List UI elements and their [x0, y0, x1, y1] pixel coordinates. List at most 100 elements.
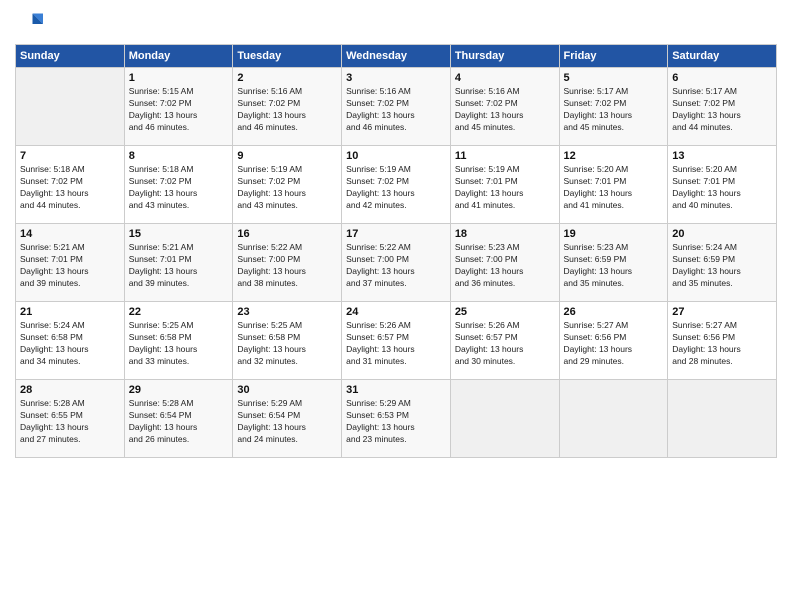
- day-cell: 28 Sunrise: 5:28 AMSunset: 6:55 PMDayligh…: [16, 380, 125, 458]
- day-info: Sunrise: 5:18 AMSunset: 7:02 PMDaylight:…: [129, 164, 229, 212]
- day-cell: 12 Sunrise: 5:20 AMSunset: 7:01 PMDayligh…: [559, 146, 668, 224]
- day-info: Sunrise: 5:26 AMSunset: 6:57 PMDaylight:…: [455, 320, 555, 368]
- calendar-table: SundayMondayTuesdayWednesdayThursdayFrid…: [15, 44, 777, 458]
- day-cell: 27Sunrise: 5:27 AMSunset: 6:56 PMDayligh…: [668, 302, 777, 380]
- day-cell: 6 Sunrise: 5:17 AMSunset: 7:02 PMDaylight…: [668, 68, 777, 146]
- day-cell: 10 Sunrise: 5:19 AMSunset: 7:02 PMDayligh…: [342, 146, 451, 224]
- logo-icon: [15, 10, 43, 38]
- day-cell: 13Sunrise: 5:20 AMSunset: 7:01 PMDayligh…: [668, 146, 777, 224]
- col-header-sunday: Sunday: [16, 45, 125, 68]
- logo: [15, 10, 47, 38]
- day-cell: [668, 380, 777, 458]
- day-number: 1: [129, 72, 229, 84]
- day-number: 24: [346, 306, 446, 318]
- day-info: Sunrise: 5:19 AMSunset: 7:02 PMDaylight:…: [237, 164, 337, 212]
- day-cell: 18 Sunrise: 5:23 AMSunset: 7:00 PMDayligh…: [450, 224, 559, 302]
- day-number: 12: [564, 150, 664, 162]
- header: [15, 10, 777, 38]
- day-cell: 16 Sunrise: 5:22 AMSunset: 7:00 PMDayligh…: [233, 224, 342, 302]
- day-info: Sunrise: 5:26 AMSunset: 6:57 PMDaylight:…: [346, 320, 446, 368]
- day-number: 14: [20, 228, 120, 240]
- day-cell: 14 Sunrise: 5:21 AMSunset: 7:01 PMDayligh…: [16, 224, 125, 302]
- day-number: 27: [672, 306, 772, 318]
- col-header-saturday: Saturday: [668, 45, 777, 68]
- day-info: Sunrise: 5:23 AMSunset: 7:00 PMDaylight:…: [455, 242, 555, 290]
- day-info: Sunrise: 5:22 AMSunset: 7:00 PMDaylight:…: [237, 242, 337, 290]
- day-number: 19: [564, 228, 664, 240]
- day-cell: [450, 380, 559, 458]
- day-cell: 20 Sunrise: 5:24 AMSunset: 6:59 PMDayligh…: [668, 224, 777, 302]
- day-info: Sunrise: 5:23 AMSunset: 6:59 PMDaylight:…: [564, 242, 664, 290]
- day-info: Sunrise: 5:21 AMSunset: 7:01 PMDaylight:…: [20, 242, 120, 290]
- day-info: Sunrise: 5:17 AMSunset: 7:02 PMDaylight:…: [564, 86, 664, 134]
- day-cell: 29 Sunrise: 5:28 AMSunset: 6:54 PMDayligh…: [124, 380, 233, 458]
- day-number: 11: [455, 150, 555, 162]
- day-number: 9: [237, 150, 337, 162]
- day-number: 20: [672, 228, 772, 240]
- col-header-friday: Friday: [559, 45, 668, 68]
- day-number: 25: [455, 306, 555, 318]
- day-cell: 21 Sunrise: 5:24 AMSunset: 6:58 PMDayligh…: [16, 302, 125, 380]
- day-number: 30: [237, 384, 337, 396]
- day-number: 15: [129, 228, 229, 240]
- day-info: Sunrise: 5:29 AMSunset: 6:53 PMDaylight:…: [346, 398, 446, 446]
- day-info: Sunrise: 5:21 AMSunset: 7:01 PMDaylight:…: [129, 242, 229, 290]
- day-cell: 3Sunrise: 5:16 AMSunset: 7:02 PMDaylight…: [342, 68, 451, 146]
- page: SundayMondayTuesdayWednesdayThursdayFrid…: [0, 0, 792, 612]
- day-info: Sunrise: 5:16 AMSunset: 7:02 PMDaylight:…: [237, 86, 337, 134]
- day-number: 7: [20, 150, 120, 162]
- day-number: 21: [20, 306, 120, 318]
- day-cell: 30Sunrise: 5:29 AMSunset: 6:54 PMDayligh…: [233, 380, 342, 458]
- day-info: Sunrise: 5:27 AMSunset: 6:56 PMDaylight:…: [564, 320, 664, 368]
- week-row-3: 14 Sunrise: 5:21 AMSunset: 7:01 PMDayligh…: [16, 224, 777, 302]
- day-cell: 11 Sunrise: 5:19 AMSunset: 7:01 PMDayligh…: [450, 146, 559, 224]
- day-cell: 4Sunrise: 5:16 AMSunset: 7:02 PMDaylight…: [450, 68, 559, 146]
- day-cell: [559, 380, 668, 458]
- day-info: Sunrise: 5:28 AMSunset: 6:54 PMDaylight:…: [129, 398, 229, 446]
- col-header-wednesday: Wednesday: [342, 45, 451, 68]
- day-info: Sunrise: 5:24 AMSunset: 6:58 PMDaylight:…: [20, 320, 120, 368]
- day-info: Sunrise: 5:24 AMSunset: 6:59 PMDaylight:…: [672, 242, 772, 290]
- week-row-4: 21 Sunrise: 5:24 AMSunset: 6:58 PMDayligh…: [16, 302, 777, 380]
- day-cell: 7 Sunrise: 5:18 AMSunset: 7:02 PMDaylight…: [16, 146, 125, 224]
- day-info: Sunrise: 5:22 AMSunset: 7:00 PMDaylight:…: [346, 242, 446, 290]
- day-cell: 5Sunrise: 5:17 AMSunset: 7:02 PMDaylight…: [559, 68, 668, 146]
- day-info: Sunrise: 5:15 AMSunset: 7:02 PMDaylight:…: [129, 86, 229, 134]
- day-info: Sunrise: 5:16 AMSunset: 7:02 PMDaylight:…: [455, 86, 555, 134]
- day-cell: 17 Sunrise: 5:22 AMSunset: 7:00 PMDayligh…: [342, 224, 451, 302]
- header-row: SundayMondayTuesdayWednesdayThursdayFrid…: [16, 45, 777, 68]
- day-cell: 8Sunrise: 5:18 AMSunset: 7:02 PMDaylight…: [124, 146, 233, 224]
- day-number: 17: [346, 228, 446, 240]
- day-info: Sunrise: 5:19 AMSunset: 7:02 PMDaylight:…: [346, 164, 446, 212]
- week-row-2: 7 Sunrise: 5:18 AMSunset: 7:02 PMDaylight…: [16, 146, 777, 224]
- day-cell: 26 Sunrise: 5:27 AMSunset: 6:56 PMDayligh…: [559, 302, 668, 380]
- day-cell: 15 Sunrise: 5:21 AMSunset: 7:01 PMDayligh…: [124, 224, 233, 302]
- col-header-thursday: Thursday: [450, 45, 559, 68]
- day-number: 31: [346, 384, 446, 396]
- day-info: Sunrise: 5:20 AMSunset: 7:01 PMDaylight:…: [564, 164, 664, 212]
- week-row-1: 1 Sunrise: 5:15 AMSunset: 7:02 PMDaylight…: [16, 68, 777, 146]
- day-info: Sunrise: 5:18 AMSunset: 7:02 PMDaylight:…: [20, 164, 120, 212]
- day-cell: 24 Sunrise: 5:26 AMSunset: 6:57 PMDayligh…: [342, 302, 451, 380]
- day-info: Sunrise: 5:20 AMSunset: 7:01 PMDaylight:…: [672, 164, 772, 212]
- day-number: 2: [237, 72, 337, 84]
- day-info: Sunrise: 5:28 AMSunset: 6:55 PMDaylight:…: [20, 398, 120, 446]
- day-cell: 23Sunrise: 5:25 AMSunset: 6:58 PMDayligh…: [233, 302, 342, 380]
- day-info: Sunrise: 5:17 AMSunset: 7:02 PMDaylight:…: [672, 86, 772, 134]
- day-number: 26: [564, 306, 664, 318]
- day-info: Sunrise: 5:19 AMSunset: 7:01 PMDaylight:…: [455, 164, 555, 212]
- day-number: 29: [129, 384, 229, 396]
- day-cell: 31 Sunrise: 5:29 AMSunset: 6:53 PMDayligh…: [342, 380, 451, 458]
- day-number: 16: [237, 228, 337, 240]
- day-info: Sunrise: 5:25 AMSunset: 6:58 PMDaylight:…: [129, 320, 229, 368]
- day-cell: 2 Sunrise: 5:16 AMSunset: 7:02 PMDaylight…: [233, 68, 342, 146]
- day-number: 28: [20, 384, 120, 396]
- day-number: 22: [129, 306, 229, 318]
- day-cell: [16, 68, 125, 146]
- week-row-5: 28 Sunrise: 5:28 AMSunset: 6:55 PMDayligh…: [16, 380, 777, 458]
- day-cell: 25 Sunrise: 5:26 AMSunset: 6:57 PMDayligh…: [450, 302, 559, 380]
- day-number: 18: [455, 228, 555, 240]
- day-cell: 9 Sunrise: 5:19 AMSunset: 7:02 PMDaylight…: [233, 146, 342, 224]
- day-number: 10: [346, 150, 446, 162]
- day-number: 6: [672, 72, 772, 84]
